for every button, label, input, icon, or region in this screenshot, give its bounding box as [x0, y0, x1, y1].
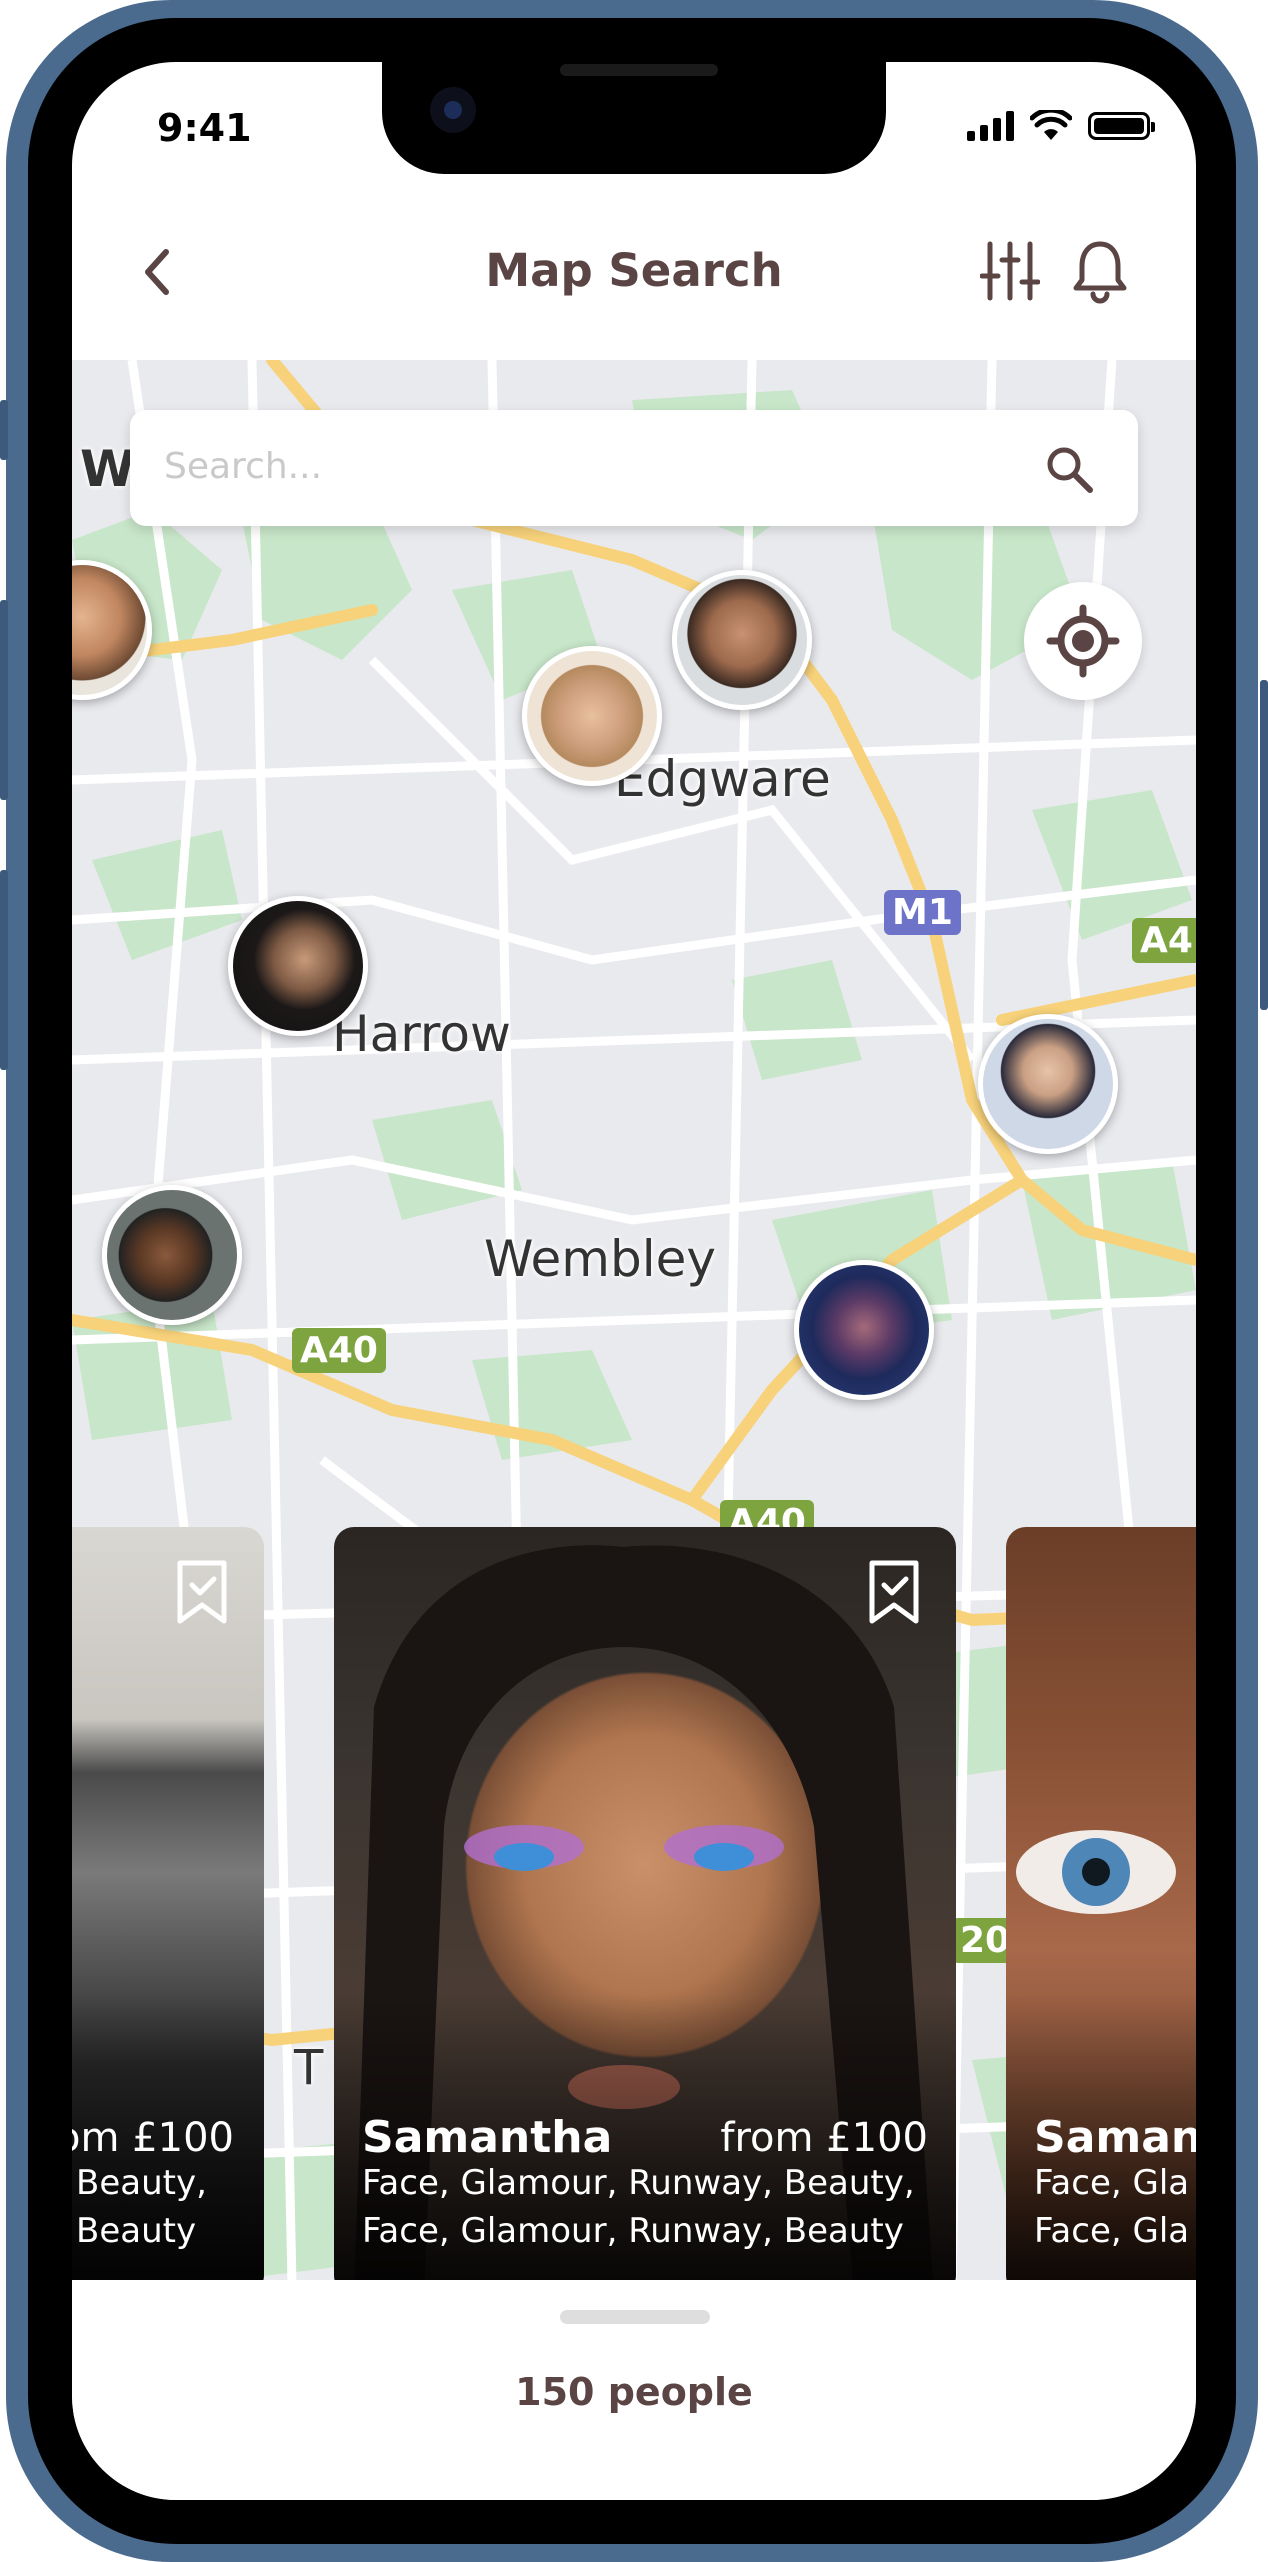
- profile-card-right[interactable]: Saman Face, Gla Face, Gla: [1006, 1527, 1196, 2285]
- header: Map Search: [72, 212, 1196, 340]
- sliders-icon: [980, 241, 1040, 301]
- mute-switch: [0, 400, 8, 460]
- drag-handle[interactable]: [560, 2310, 710, 2324]
- search-icon[interactable]: [1040, 440, 1100, 500]
- map-view[interactable]: Edgware Harrow Wembley W T M1 A40 A4 A40…: [72, 360, 1196, 2285]
- profile-pin-7[interactable]: [794, 1260, 934, 1400]
- road-sign-a4: A4: [1132, 918, 1196, 963]
- volume-down-button: [0, 870, 8, 1070]
- profile-pin-5[interactable]: [978, 1014, 1118, 1154]
- people-count: 150 people: [515, 2370, 753, 2414]
- profile-pin-2[interactable]: [672, 570, 812, 710]
- power-button: [1260, 680, 1268, 1010]
- wifi-icon: [1030, 110, 1072, 140]
- card-name: Saman: [1034, 2112, 1196, 2163]
- card-name: Samantha: [362, 2112, 613, 2163]
- card-tags: Beauty, Beauty: [76, 2159, 207, 2255]
- status-time: 9:41: [157, 106, 252, 150]
- card-tags-line2: Face, Gla: [1034, 2211, 1190, 2251]
- cellular-signal-icon: [967, 111, 1014, 141]
- profile-pin-6[interactable]: [102, 1185, 242, 1325]
- card-tags: Face, Glamour, Runway, Beauty, Face, Gla…: [362, 2159, 915, 2255]
- screen: 9:41 Map Search Edgware Harrow Wembley W…: [72, 62, 1196, 2500]
- locate-button[interactable]: [1024, 582, 1142, 700]
- bottom-sheet[interactable]: 150 people: [72, 2280, 1196, 2500]
- card-tags-line1: Face, Gla: [1034, 2163, 1190, 2203]
- map-label-partial: W: [80, 440, 136, 498]
- road-sign-m1: M1: [884, 890, 961, 935]
- crosshair-icon: [1046, 604, 1120, 678]
- profile-pin-4[interactable]: [228, 896, 368, 1036]
- profile-card-samantha[interactable]: Samantha from £100 Face, Glamour, Runway…: [334, 1527, 956, 2285]
- bell-icon[interactable]: [1070, 238, 1130, 304]
- search-bar[interactable]: Search...: [130, 410, 1138, 526]
- volume-up-button: [0, 600, 8, 800]
- speaker: [560, 64, 718, 76]
- map-label-harrow: Harrow: [332, 1005, 511, 1063]
- filter-button[interactable]: [980, 238, 1040, 304]
- map-label-wembley: Wembley: [484, 1230, 716, 1288]
- card-tags: Face, Gla Face, Gla: [1034, 2159, 1189, 2255]
- bookmark-icon[interactable]: [866, 1559, 922, 1625]
- status-icons: [967, 110, 1155, 142]
- bookmark-icon[interactable]: [174, 1559, 230, 1625]
- battery-icon: [1088, 112, 1155, 140]
- search-input[interactable]: Search...: [164, 446, 322, 487]
- card-tags-line1: Beauty,: [76, 2163, 207, 2203]
- map-label-covered: T: [294, 2040, 324, 2096]
- card-tags-line2: Face, Glamour, Runway, Beauty: [362, 2211, 904, 2251]
- card-tags-line2: Beauty: [76, 2211, 197, 2251]
- card-price: from £100: [720, 2115, 928, 2161]
- road-sign-a40: A40: [292, 1328, 386, 1373]
- card-price: om £100: [72, 2115, 234, 2161]
- front-camera: [430, 87, 476, 133]
- profile-pin-3[interactable]: [522, 646, 662, 786]
- card-tags-line1: Face, Glamour, Runway, Beauty,: [362, 2163, 915, 2203]
- profile-card-left[interactable]: om £100 Beauty, Beauty: [72, 1527, 264, 2285]
